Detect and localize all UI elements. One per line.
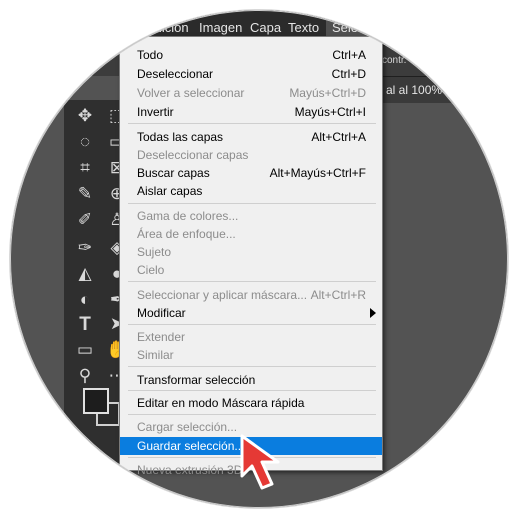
lasso-icon[interactable]: ◌ <box>74 132 96 152</box>
eyedropper-icon[interactable]: ✎ <box>74 184 96 204</box>
menu-item-shortcut: Alt+Ctrl+A <box>311 130 366 144</box>
menu-item-label: Nueva extrusión 3D <box>137 463 243 477</box>
menu-item-deseleccionar[interactable]: Deseleccionar Ctrl+D <box>120 65 382 83</box>
menu-item-label: Seleccionar y aplicar máscara... <box>137 288 308 302</box>
menu-item-editar-mascara-rapida[interactable]: Editar en modo Máscara rápida <box>120 394 382 412</box>
zoom-icon[interactable]: ⚲ <box>74 366 96 386</box>
menu-item-transformar-seleccion[interactable]: Transformar selección <box>120 371 382 389</box>
menu-item-invertir[interactable]: Invertir Mayús+Ctrl+I <box>120 103 382 121</box>
menu-texto[interactable]: Texto <box>288 20 319 35</box>
menu-item-label: Buscar capas <box>137 166 210 180</box>
menu-separator <box>128 203 376 204</box>
menu-item-volver-a-seleccionar: Volver a seleccionar Mayús+Ctrl+D <box>120 84 382 102</box>
options-text: contr. <box>382 55 407 66</box>
move-icon[interactable]: ✥ <box>74 106 96 126</box>
menu-item-label: Aislar capas <box>137 184 203 198</box>
menu-separator <box>128 281 376 282</box>
menu-item-similar: Similar <box>120 346 382 364</box>
pointer-arrow-icon <box>240 434 280 490</box>
menu-item-shortcut: Alt+Mayús+Ctrl+F <box>269 166 366 180</box>
menu-item-label: Modificar <box>137 306 186 320</box>
app-window: Edición Imagen Capa Texto Selección cont… <box>10 10 508 508</box>
menu-item-label: Gama de colores... <box>137 209 239 223</box>
menu-item-label: Extender <box>137 330 186 344</box>
document-tab[interactable]: al al 100% (R <box>380 76 508 103</box>
rectangle-icon[interactable]: ▭ <box>74 340 96 360</box>
submenu-arrow-icon <box>370 308 376 318</box>
menu-item-label: Similar <box>137 348 174 362</box>
menu-item-buscar-capas[interactable]: Buscar capas Alt+Mayús+Ctrl+F <box>120 164 382 182</box>
menu-item-deseleccionar-capas: Deseleccionar capas <box>120 146 382 164</box>
dodge-icon[interactable]: ◐ <box>74 290 96 310</box>
menu-item-shortcut: Mayús+Ctrl+I <box>294 105 366 119</box>
menu-item-label: Cargar selección... <box>137 420 238 434</box>
menu-separator <box>128 414 376 415</box>
menu-item-label: Deseleccionar <box>137 67 214 81</box>
menu-separator <box>128 366 376 367</box>
paint-bucket-icon[interactable]: ◭ <box>74 264 96 284</box>
menu-item-shortcut: Ctrl+D <box>331 67 366 81</box>
menu-item-label: Sujeto <box>137 245 172 259</box>
menu-separator <box>128 390 376 391</box>
menu-separator <box>128 324 376 325</box>
brush-icon[interactable]: ✐ <box>74 210 96 230</box>
menu-item-modificar[interactable]: Modificar <box>120 304 382 322</box>
menu-item-label: Transformar selección <box>137 373 256 387</box>
document-tab-title: al al 100% (R <box>386 83 459 97</box>
menu-seleccion[interactable]: Selección <box>326 18 395 37</box>
menu-item-gama-de-colores: Gama de colores... <box>120 207 382 225</box>
menu-item-label: Cielo <box>137 263 165 277</box>
text-icon[interactable]: T <box>74 314 96 336</box>
crop-icon[interactable]: ⌗ <box>74 158 96 178</box>
seleccion-dropdown-menu: Todo Ctrl+A Deseleccionar Ctrl+D Volver … <box>119 36 383 477</box>
menu-capa[interactable]: Capa <box>250 20 281 35</box>
menu-item-cielo: Cielo <box>120 261 382 279</box>
menu-separator <box>128 123 376 124</box>
menu-item-todas-las-capas[interactable]: Todas las capas Alt+Ctrl+A <box>120 128 382 146</box>
menu-item-shortcut: Mayús+Ctrl+D <box>289 86 366 100</box>
history-brush-icon[interactable]: ✑ <box>74 238 96 258</box>
menu-item-label: Todas las capas <box>137 130 224 144</box>
menu-item-extender: Extender <box>120 328 382 346</box>
menu-item-aislar-capas[interactable]: Aislar capas <box>120 182 382 200</box>
menu-item-seleccionar-y-aplicar-mascara: Seleccionar y aplicar máscara... Alt+Ctr… <box>120 286 382 304</box>
menu-item-label: Volver a seleccionar <box>137 86 245 100</box>
menu-item-label: Deseleccionar capas <box>137 148 249 162</box>
menu-item-label: Guardar selección... <box>137 439 245 453</box>
menu-item-label: Invertir <box>137 105 174 119</box>
menu-item-shortcut: Ctrl+A <box>332 48 366 62</box>
menu-item-label: Todo <box>137 48 164 62</box>
menu-item-shortcut: Alt+Ctrl+R <box>310 288 366 302</box>
menu-imagen[interactable]: Imagen <box>199 20 242 35</box>
menu-edicion[interactable]: Edición <box>146 20 189 35</box>
menu-item-label: Área de enfoque... <box>137 227 236 241</box>
menu-item-area-de-enfoque: Área de enfoque... <box>120 225 382 243</box>
menu-item-label: Editar en modo Máscara rápida <box>137 396 305 410</box>
menu-item-sujeto: Sujeto <box>120 243 382 261</box>
menu-item-todo[interactable]: Todo Ctrl+A <box>120 46 382 64</box>
foreground-color-swatch[interactable] <box>83 388 109 414</box>
